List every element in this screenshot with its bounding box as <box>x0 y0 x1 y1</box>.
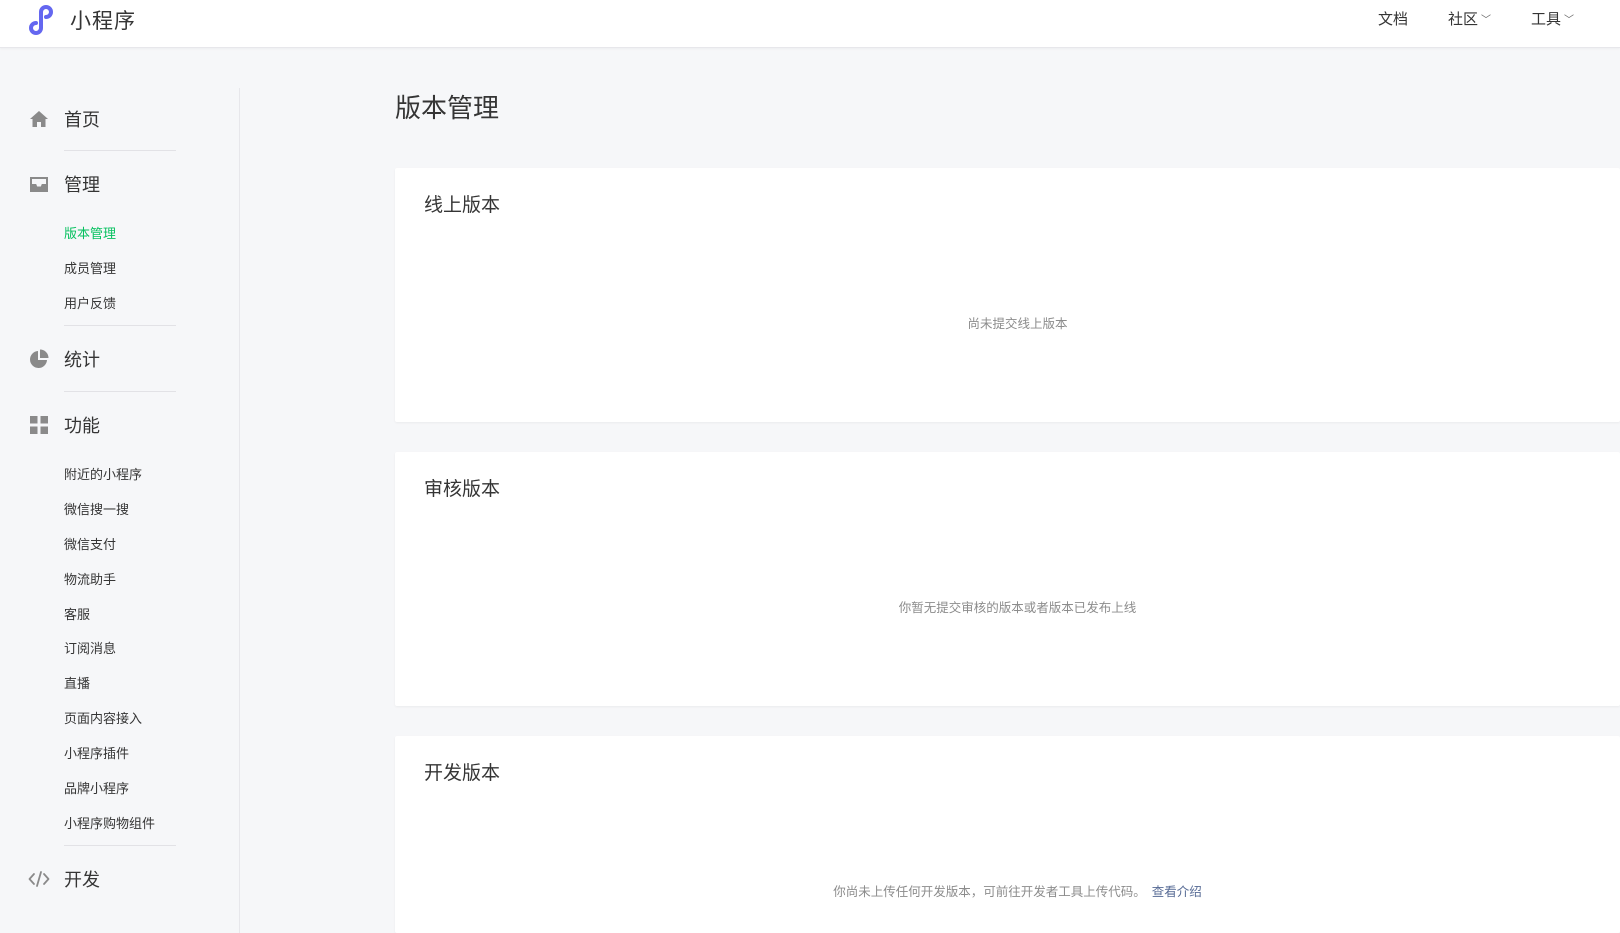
sidebar-subitem-plugins[interactable]: 小程序插件 <box>64 743 129 762</box>
sidebar-item-label: 管理 <box>64 175 100 196</box>
sidebar-subitem-member-management[interactable]: 成员管理 <box>64 258 116 277</box>
sidebar-item-label: 功能 <box>64 416 100 437</box>
divider <box>64 325 176 326</box>
sidebar-subitem-customer-service[interactable]: 客服 <box>64 604 90 623</box>
logo[interactable]: 小程序 <box>28 0 136 40</box>
page-title: 版本管理 <box>395 94 500 124</box>
nav-docs-label: 文档 <box>1378 10 1409 28</box>
empty-state-text: 尚未提交线上版本 <box>967 316 1068 331</box>
code-icon <box>28 868 50 890</box>
view-intro-link[interactable]: 查看介绍 <box>1152 884 1202 899</box>
divider <box>64 150 176 151</box>
sidebar-item-develop[interactable]: 开发 <box>0 859 239 899</box>
empty-state: 你尚未上传任何开发版本，可前往开发者工具上传代码。 查看介绍 <box>395 881 1620 900</box>
sidebar-subitem-subscription-message[interactable]: 订阅消息 <box>64 638 116 657</box>
dev-version-card: 开发版本 你尚未上传任何开发版本，可前往开发者工具上传代码。 查看介绍 <box>395 736 1620 933</box>
review-version-card: 审核版本 你暂无提交审核的版本或者版本已发布上线 <box>395 452 1620 706</box>
sidebar-subitem-wechat-pay[interactable]: 微信支付 <box>64 534 116 553</box>
empty-state-text: 你尚未上传任何开发版本，可前往开发者工具上传代码。 <box>833 884 1146 899</box>
section-title: 线上版本 <box>424 194 501 216</box>
sidebar-subitem-nearby-miniprogram[interactable]: 附近的小程序 <box>64 464 142 483</box>
sidebar-subitem-user-feedback[interactable]: 用户反馈 <box>64 293 116 312</box>
sidebar-item-stats[interactable]: 统计 <box>0 339 239 379</box>
nav-community-label: 社区 <box>1448 10 1479 28</box>
inbox-icon <box>28 173 50 195</box>
sidebar-subitem-live[interactable]: 直播 <box>64 673 90 692</box>
nav-community[interactable]: 社区 ﹀ <box>1448 8 1491 29</box>
sidebar-subitem-wechat-search[interactable]: 微信搜一搜 <box>64 499 129 518</box>
pie-chart-icon <box>28 348 50 370</box>
online-version-card: 线上版本 尚未提交线上版本 <box>395 168 1620 422</box>
miniprogram-logo-icon <box>28 1 62 39</box>
sidebar-item-features[interactable]: 功能 <box>0 405 239 445</box>
sidebar-subitem-brand-miniprogram[interactable]: 品牌小程序 <box>64 778 129 797</box>
nav-docs[interactable]: 文档 <box>1378 8 1408 29</box>
sidebar-subitem-logistics[interactable]: 物流助手 <box>64 569 116 588</box>
sidebar-item-label: 开发 <box>64 870 100 891</box>
section-title: 开发版本 <box>424 762 501 784</box>
section-title: 审核版本 <box>424 478 501 500</box>
nav-tools-label: 工具 <box>1531 10 1562 28</box>
sidebar-subitem-version-management[interactable]: 版本管理 <box>64 223 116 242</box>
sidebar-subitem-page-content[interactable]: 页面内容接入 <box>64 708 142 727</box>
top-bar: 小程序 文档 社区 ﹀ 工具 ﹀ <box>0 0 1620 48</box>
sidebar-item-label: 首页 <box>64 110 100 131</box>
empty-state-text: 你暂无提交审核的版本或者版本已发布上线 <box>898 600 1137 615</box>
chevron-down-icon: ﹀ <box>1564 15 1575 26</box>
sidebar: 首页 管理 版本管理 成员管理 用户反馈 统计 功能 附近的小程序 微信搜一搜 … <box>0 88 240 933</box>
divider <box>64 391 176 392</box>
sidebar-item-home[interactable]: 首页 <box>0 99 239 139</box>
nav-tools[interactable]: 工具 ﹀ <box>1531 8 1574 29</box>
home-icon <box>28 108 50 130</box>
sidebar-subitem-shopping-component[interactable]: 小程序购物组件 <box>64 813 155 832</box>
grid-icon <box>28 414 50 436</box>
logo-text: 小程序 <box>70 9 136 33</box>
divider <box>64 845 176 846</box>
sidebar-item-label: 统计 <box>64 350 100 371</box>
sidebar-item-manage[interactable]: 管理 <box>0 164 239 204</box>
chevron-down-icon: ﹀ <box>1481 15 1492 26</box>
